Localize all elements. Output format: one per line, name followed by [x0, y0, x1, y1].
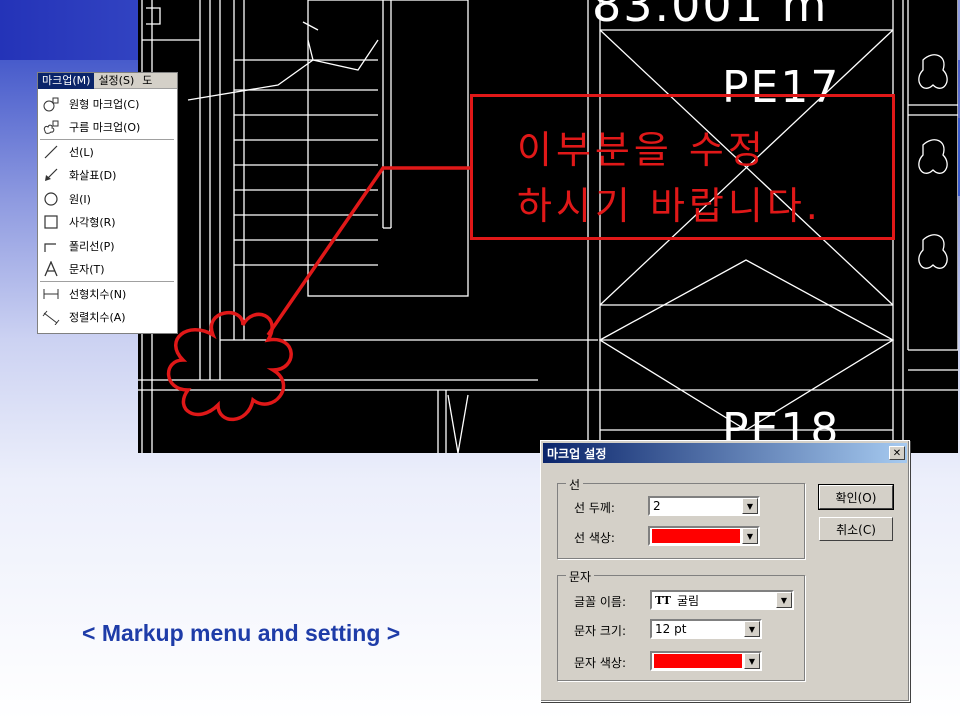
text-group-title: 문자 — [566, 568, 595, 585]
slide-caption: < Markup menu and setting > — [82, 620, 401, 646]
font-name-value: 굴림 — [676, 593, 700, 608]
menu-item-label: 정렬치수(A) — [69, 311, 126, 325]
menu-item-circle[interactable]: 원(I) — [38, 187, 177, 211]
menu-item-label: 폴리선(P) — [69, 239, 115, 253]
chevron-down-icon[interactable]: ▼ — [744, 653, 760, 669]
cad-drawing-canvas[interactable]: 83.001 m PE17 PE18 이부분을 수정 하시기 바랍니다. — [138, 0, 958, 453]
font-size-select[interactable]: 12 pt ▼ — [650, 619, 762, 639]
menu-bar: 마크업(M) 설정(S) 도 — [38, 72, 177, 89]
menu-item-aligned-dimension[interactable]: 정렬치수(A) — [38, 306, 177, 330]
font-size-label: 문자 크기: — [574, 624, 627, 638]
menu-item-rectangle[interactable]: 사각형(R) — [38, 211, 177, 235]
line-width-label: 선 두께: — [574, 501, 615, 515]
chevron-down-icon[interactable]: ▼ — [776, 592, 792, 608]
close-button[interactable]: ✕ — [889, 446, 905, 460]
dialog-titlebar[interactable]: 마크업 설정 ✕ — [543, 443, 907, 463]
menu-item-polyline[interactable]: 폴리선(P) — [38, 234, 177, 258]
menu-item-label: 구름 마크업(O) — [69, 121, 141, 135]
menu-item-label: 원(I) — [69, 192, 91, 206]
menu-item-arrow[interactable]: 화살표(D) — [38, 164, 177, 188]
text-icon — [41, 260, 61, 278]
text-settings-group: 문자 글꼴 이름: TT 굴림 ▼ 문자 크기: 12 pt ▼ 문자 색상: … — [557, 568, 805, 681]
menu-tools[interactable]: 도 — [138, 73, 156, 89]
menu-item-line[interactable]: 선(L) — [38, 140, 177, 164]
menu-item-label: 화살표(D) — [69, 169, 117, 183]
text-color-swatch — [654, 654, 742, 668]
markup-menu: 마크업(M) 설정(S) 도 원형 마크업(C) 구름 마크업(O) 선(L) — [37, 72, 178, 334]
markup-text-line-1: 이부분을 수정 — [517, 128, 767, 172]
line-width-value: 2 — [653, 499, 661, 513]
menu-item-label: 선(L) — [69, 145, 94, 159]
text-color-select[interactable]: ▼ — [650, 651, 762, 671]
menu-item-cloud-markup[interactable]: 구름 마크업(O) — [38, 116, 177, 140]
menu-item-label: 사각형(R) — [69, 216, 116, 230]
cad-elevation-label: 83.001 m — [592, 0, 829, 32]
font-size-value: 12 pt — [655, 622, 687, 636]
rectangle-icon — [41, 213, 61, 231]
font-name-select[interactable]: TT 굴림 ▼ — [650, 590, 794, 610]
circle-icon — [41, 190, 61, 208]
line-settings-group: 선 선 두께: 2 ▼ 선 색상: ▼ — [557, 476, 805, 559]
cloud-markup-icon — [41, 118, 61, 136]
line-group-title: 선 — [566, 476, 584, 493]
markup-text-box[interactable]: 이부분을 수정 하시기 바랍니다. — [470, 94, 895, 240]
ok-button[interactable]: 확인(O) — [818, 484, 894, 510]
font-name-label: 글꼴 이름: — [574, 595, 627, 609]
chevron-down-icon[interactable]: ▼ — [742, 528, 758, 544]
menu-markup[interactable]: 마크업(M) — [38, 72, 95, 89]
menu-item-label: 원형 마크업(C) — [69, 97, 140, 111]
menu-item-circle-markup[interactable]: 원형 마크업(C) — [38, 92, 177, 116]
arrow-icon — [41, 166, 61, 184]
line-color-label: 선 색상: — [574, 531, 615, 545]
markup-settings-dialog: 마크업 설정 ✕ 선 선 두께: 2 ▼ 선 색상: ▼ 문자 글꼴 이름: T… — [540, 440, 910, 702]
chevron-down-icon[interactable]: ▼ — [744, 621, 760, 637]
linear-dimension-icon — [41, 285, 61, 303]
line-width-select[interactable]: 2 ▼ — [648, 496, 760, 516]
close-icon: ✕ — [892, 447, 902, 459]
cancel-button[interactable]: 취소(C) — [819, 517, 893, 541]
text-color-label: 문자 색상: — [574, 656, 627, 670]
truetype-font-icon: TT — [655, 593, 671, 607]
menu-settings[interactable]: 설정(S) — [94, 73, 138, 89]
polyline-icon — [41, 237, 61, 255]
dialog-title: 마크업 설정 — [547, 446, 607, 461]
menu-item-linear-dimension[interactable]: 선형치수(N) — [38, 282, 177, 306]
menu-item-label: 선형치수(N) — [69, 287, 127, 301]
circle-markup-icon — [41, 95, 61, 113]
line-color-select[interactable]: ▼ — [648, 526, 760, 546]
markup-text-line-2: 하시기 바랍니다. — [517, 184, 822, 228]
menu-item-label: 문자(T) — [69, 263, 105, 277]
aligned-dimension-icon — [41, 308, 61, 326]
line-icon — [41, 143, 61, 161]
line-color-swatch — [652, 529, 740, 543]
menu-item-text[interactable]: 문자(T) — [38, 258, 177, 282]
chevron-down-icon[interactable]: ▼ — [742, 498, 758, 514]
